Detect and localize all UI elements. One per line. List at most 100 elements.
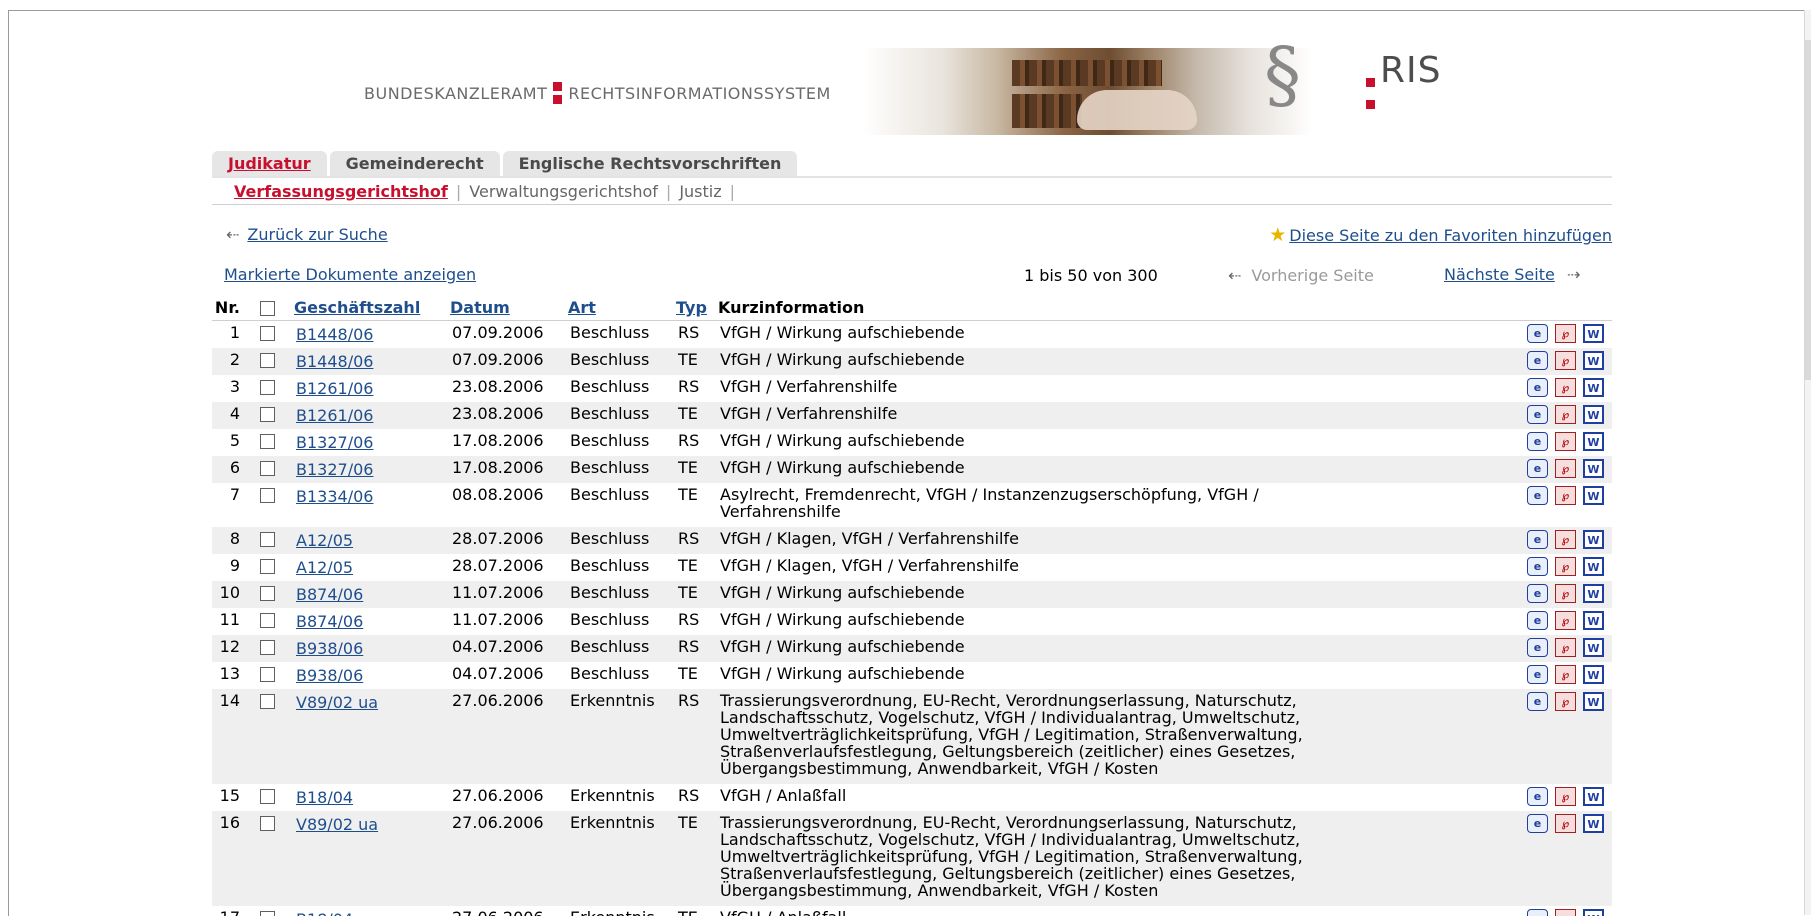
html-document-icon[interactable]: e bbox=[1527, 611, 1548, 630]
subnav-justiz[interactable]: Justiz bbox=[679, 182, 721, 201]
pdf-document-icon[interactable]: ℘ bbox=[1555, 405, 1576, 424]
sort-geschaeftszahl-link[interactable]: Geschäftszahl bbox=[294, 298, 420, 317]
rtf-word-document-icon[interactable]: W bbox=[1583, 530, 1604, 549]
pdf-document-icon[interactable]: ℘ bbox=[1555, 584, 1576, 603]
html-document-icon[interactable]: e bbox=[1527, 692, 1548, 711]
geschaeftszahl-link[interactable]: B1327/06 bbox=[296, 433, 373, 452]
pdf-document-icon[interactable]: ℘ bbox=[1555, 530, 1576, 549]
pdf-document-icon[interactable]: ℘ bbox=[1555, 351, 1576, 370]
scrollbar-thumb[interactable] bbox=[1805, 40, 1811, 380]
marked-documents-link[interactable]: Markierte Dokumente anzeigen bbox=[224, 265, 476, 284]
html-document-icon[interactable]: e bbox=[1527, 638, 1548, 657]
geschaeftszahl-link[interactable]: B874/06 bbox=[296, 612, 363, 631]
star-icon[interactable]: ★ bbox=[1269, 224, 1286, 246]
rtf-word-document-icon[interactable]: W bbox=[1583, 405, 1604, 424]
pdf-document-icon[interactable]: ℘ bbox=[1555, 814, 1576, 833]
pdf-document-icon[interactable]: ℘ bbox=[1555, 787, 1576, 806]
html-document-icon[interactable]: e bbox=[1527, 584, 1548, 603]
pdf-document-icon[interactable]: ℘ bbox=[1555, 557, 1576, 576]
geschaeftszahl-link[interactable]: B1261/06 bbox=[296, 379, 373, 398]
html-document-icon[interactable]: e bbox=[1527, 459, 1548, 478]
geschaeftszahl-link[interactable]: A12/05 bbox=[296, 531, 353, 550]
row-checkbox[interactable] bbox=[260, 434, 275, 449]
geschaeftszahl-link[interactable]: V89/02 ua bbox=[296, 815, 378, 834]
row-checkbox[interactable] bbox=[260, 380, 275, 395]
html-document-icon[interactable]: e bbox=[1527, 787, 1548, 806]
rtf-word-document-icon[interactable]: W bbox=[1583, 557, 1604, 576]
rtf-word-document-icon[interactable]: W bbox=[1583, 665, 1604, 684]
vertical-scrollbar[interactable] bbox=[1804, 10, 1811, 915]
row-checkbox[interactable] bbox=[260, 816, 275, 831]
back-to-search-link[interactable]: Zurück zur Suche bbox=[247, 225, 387, 244]
html-document-icon[interactable]: e bbox=[1527, 530, 1548, 549]
header-geschaeftszahl[interactable]: Geschäftszahl bbox=[290, 298, 450, 317]
row-checkbox[interactable] bbox=[260, 407, 275, 422]
tab-englische-rechtsvorschriften[interactable]: Englische Rechtsvorschriften bbox=[502, 151, 798, 176]
geschaeftszahl-link[interactable]: B1448/06 bbox=[296, 325, 373, 344]
row-checkbox[interactable] bbox=[260, 613, 275, 628]
html-document-icon[interactable]: e bbox=[1527, 665, 1548, 684]
next-page[interactable]: Nächste Seite ⇢ bbox=[1444, 265, 1580, 284]
geschaeftszahl-link[interactable]: A12/05 bbox=[296, 558, 353, 577]
pdf-document-icon[interactable]: ℘ bbox=[1555, 459, 1576, 478]
geschaeftszahl-link[interactable]: B18/04 bbox=[296, 910, 353, 916]
rtf-word-document-icon[interactable]: W bbox=[1583, 378, 1604, 397]
sort-typ-link[interactable]: Typ bbox=[676, 298, 707, 317]
html-document-icon[interactable]: e bbox=[1527, 351, 1548, 370]
sort-art-link[interactable]: Art bbox=[568, 298, 596, 317]
row-checkbox[interactable] bbox=[260, 586, 275, 601]
row-checkbox[interactable] bbox=[260, 353, 275, 368]
pdf-document-icon[interactable]: ℘ bbox=[1555, 432, 1576, 451]
row-checkbox[interactable] bbox=[260, 559, 275, 574]
next-page-link[interactable]: Nächste Seite bbox=[1444, 265, 1555, 284]
rtf-word-document-icon[interactable]: W bbox=[1583, 584, 1604, 603]
html-document-icon[interactable]: e bbox=[1527, 557, 1548, 576]
rtf-word-document-icon[interactable]: W bbox=[1583, 611, 1604, 630]
row-checkbox[interactable] bbox=[260, 461, 275, 476]
rtf-word-document-icon[interactable]: W bbox=[1583, 638, 1604, 657]
pdf-document-icon[interactable]: ℘ bbox=[1555, 692, 1576, 711]
pdf-document-icon[interactable]: ℘ bbox=[1555, 665, 1576, 684]
row-checkbox[interactable] bbox=[260, 640, 275, 655]
row-checkbox[interactable] bbox=[260, 326, 275, 341]
pdf-document-icon[interactable]: ℘ bbox=[1555, 638, 1576, 657]
subnav-verwaltungsgerichtshof[interactable]: Verwaltungsgerichtshof bbox=[469, 182, 658, 201]
subnav-verfassungsgerichtshof[interactable]: Verfassungsgerichtshof bbox=[234, 182, 448, 201]
rtf-word-document-icon[interactable]: W bbox=[1583, 432, 1604, 451]
row-checkbox[interactable] bbox=[260, 789, 275, 804]
header-typ[interactable]: Typ bbox=[676, 298, 718, 317]
add-favorite-link[interactable]: Diese Seite zu den Favoriten hinzufügen bbox=[1289, 226, 1612, 245]
geschaeftszahl-link[interactable]: B938/06 bbox=[296, 639, 363, 658]
row-checkbox[interactable] bbox=[260, 911, 275, 916]
geschaeftszahl-link[interactable]: B1261/06 bbox=[296, 406, 373, 425]
html-document-icon[interactable]: e bbox=[1527, 324, 1548, 343]
rtf-word-document-icon[interactable]: W bbox=[1583, 814, 1604, 833]
row-checkbox[interactable] bbox=[260, 532, 275, 547]
geschaeftszahl-link[interactable]: B938/06 bbox=[296, 666, 363, 685]
rtf-word-document-icon[interactable]: W bbox=[1583, 459, 1604, 478]
html-document-icon[interactable]: e bbox=[1527, 486, 1548, 505]
row-checkbox[interactable] bbox=[260, 694, 275, 709]
sort-datum-link[interactable]: Datum bbox=[450, 298, 510, 317]
header-datum[interactable]: Datum bbox=[450, 298, 568, 317]
header-art[interactable]: Art bbox=[568, 298, 676, 317]
rtf-word-document-icon[interactable]: W bbox=[1583, 692, 1604, 711]
geschaeftszahl-link[interactable]: B874/06 bbox=[296, 585, 363, 604]
row-checkbox[interactable] bbox=[260, 667, 275, 682]
marked-documents-label[interactable]: Markierte Dokumente anzeigen bbox=[224, 265, 476, 284]
pdf-document-icon[interactable]: ℘ bbox=[1555, 611, 1576, 630]
rtf-word-document-icon[interactable]: W bbox=[1583, 486, 1604, 505]
pdf-document-icon[interactable]: ℘ bbox=[1555, 486, 1576, 505]
tab-judikatur[interactable]: Judikatur bbox=[212, 151, 327, 176]
rtf-word-document-icon[interactable]: W bbox=[1583, 787, 1604, 806]
html-document-icon[interactable]: e bbox=[1527, 814, 1548, 833]
tab-gemeinderecht[interactable]: Gemeinderecht bbox=[329, 151, 500, 176]
pdf-document-icon[interactable]: ℘ bbox=[1555, 324, 1576, 343]
html-document-icon[interactable]: e bbox=[1527, 405, 1548, 424]
geschaeftszahl-link[interactable]: B18/04 bbox=[296, 788, 353, 807]
select-all-checkbox[interactable] bbox=[260, 301, 275, 316]
geschaeftszahl-link[interactable]: V89/02 ua bbox=[296, 693, 378, 712]
rtf-word-document-icon[interactable]: W bbox=[1583, 324, 1604, 343]
html-document-icon[interactable]: e bbox=[1527, 378, 1548, 397]
geschaeftszahl-link[interactable]: B1327/06 bbox=[296, 460, 373, 479]
